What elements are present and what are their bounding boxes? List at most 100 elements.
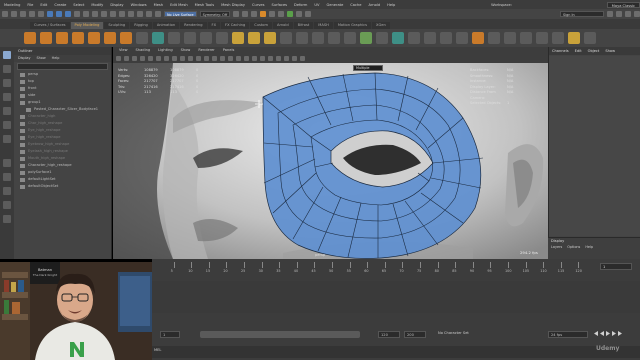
screen-space-ambient-occlusion-icon[interactable] — [244, 56, 249, 61]
depth-of-field-icon[interactable] — [268, 56, 273, 61]
render-setup-icon[interactable] — [278, 11, 285, 17]
select-hierarchy-icon[interactable] — [47, 11, 53, 17]
wireframe-icon[interactable] — [196, 56, 201, 61]
bridge-icon[interactable] — [312, 32, 324, 44]
menu-edit[interactable]: Edit — [39, 3, 48, 7]
connect-icon[interactable] — [536, 32, 548, 44]
extrude-icon[interactable] — [296, 32, 308, 44]
step-forward-icon[interactable] — [612, 331, 616, 336]
menu-mesh[interactable]: Mesh — [153, 3, 164, 7]
outliner-item[interactable]: Character_high_reshape — [14, 162, 111, 169]
boolean-difference-icon[interactable] — [248, 32, 260, 44]
isolate-select-icon[interactable] — [276, 56, 281, 61]
lasso-tool-icon[interactable] — [3, 65, 11, 73]
sign-in-button[interactable]: Sign In — [560, 11, 604, 17]
textured-icon[interactable] — [220, 56, 225, 61]
undo-icon[interactable] — [29, 11, 35, 17]
single-perspective-layout-icon[interactable] — [3, 159, 11, 167]
select-face-icon[interactable] — [92, 11, 98, 17]
select-object-icon[interactable] — [56, 11, 62, 17]
shelf-tab-rendering[interactable]: Rendering — [180, 22, 207, 29]
wedge-icon[interactable] — [488, 32, 500, 44]
outliner-item[interactable]: front — [14, 85, 111, 92]
combine-icon[interactable] — [168, 32, 180, 44]
outliner-menu-show[interactable]: Show — [37, 55, 46, 62]
quad-draw-icon[interactable] — [376, 32, 388, 44]
uv-editor-icon[interactable] — [568, 32, 580, 44]
motion-blur-icon[interactable] — [252, 56, 257, 61]
poly-plane-icon[interactable] — [104, 32, 116, 44]
graph-editor-layout-icon[interactable] — [3, 215, 11, 223]
move-tool-icon[interactable] — [3, 93, 11, 101]
wireframe-on-shaded-icon[interactable] — [212, 56, 217, 61]
symmetry-dropdown[interactable]: Symmetry: Off — [199, 11, 231, 17]
make-live-icon[interactable] — [155, 11, 161, 17]
select-tool-icon[interactable] — [3, 51, 11, 59]
outliner-item[interactable]: defaultLightSet — [14, 176, 111, 183]
menu-modify[interactable]: Modify — [90, 3, 104, 7]
menu-arnold[interactable]: Arnold — [367, 3, 381, 7]
shelf-tab-custom[interactable]: Custom — [250, 22, 273, 29]
last-tool-icon[interactable] — [3, 135, 11, 143]
range-slider[interactable] — [200, 331, 360, 338]
range-start-field[interactable]: 1 — [160, 331, 180, 338]
image-plane-icon[interactable] — [140, 56, 145, 61]
shelf-tab-fx-caching[interactable]: FX Caching — [221, 22, 250, 29]
insert-edge-loop-icon[interactable] — [392, 32, 404, 44]
poly-torus-icon[interactable] — [88, 32, 100, 44]
shelf-tab-mash[interactable]: MASH — [314, 22, 333, 29]
viewport-menu-shading[interactable]: Shading — [136, 47, 151, 54]
boolean-intersection-icon[interactable] — [264, 32, 276, 44]
separate-icon[interactable] — [184, 32, 196, 44]
menu-surfaces[interactable]: Surfaces — [270, 3, 288, 7]
poke-icon[interactable] — [472, 32, 484, 44]
select-vertex-icon[interactable] — [74, 11, 80, 17]
tool-settings-icon[interactable] — [625, 11, 631, 17]
go-to-end-icon[interactable] — [618, 331, 622, 336]
select-component-icon[interactable] — [65, 11, 71, 17]
menu-windows[interactable]: Windows — [130, 3, 148, 7]
menu-display[interactable]: Display — [109, 3, 124, 7]
channel-box-tab-edit[interactable]: Edit — [575, 47, 582, 55]
poly-sphere-icon[interactable] — [24, 32, 36, 44]
poly-cone-icon[interactable] — [72, 32, 84, 44]
offset-edge-loop-icon[interactable] — [408, 32, 420, 44]
multi-cut-icon[interactable] — [344, 32, 356, 44]
menu-generate[interactable]: Generate — [326, 3, 345, 7]
outliner-item[interactable]: Eyelash_high_reshape — [14, 148, 111, 155]
menu-help[interactable]: Help — [386, 3, 396, 7]
light-editor-icon[interactable] — [287, 11, 294, 17]
poly-disc-icon[interactable] — [120, 32, 132, 44]
field-chart-icon[interactable] — [180, 56, 185, 61]
xray-active-components-icon[interactable] — [292, 56, 297, 61]
outliner-item[interactable]: polySurface1 — [14, 169, 111, 176]
safe-action-icon[interactable] — [188, 56, 193, 61]
modeling-toolkit-icon[interactable] — [607, 11, 613, 17]
workspace-dropdown[interactable]: Maya Classic — [606, 1, 640, 8]
outliner-item[interactable]: persp — [14, 71, 111, 78]
playback-fps-dropdown[interactable]: 24 fps — [548, 331, 588, 338]
shelf-tab-bifrost[interactable]: Bifrost — [293, 22, 314, 29]
fill-hole-icon[interactable] — [440, 32, 452, 44]
outliner-menu-display[interactable]: Display — [18, 55, 31, 62]
attribute-editor-icon[interactable] — [616, 11, 622, 17]
viewport-menu-view[interactable]: View — [119, 47, 128, 54]
save-scene-icon[interactable] — [20, 11, 26, 17]
menu-mesh-tools[interactable]: Mesh Tools — [194, 3, 215, 7]
step-back-icon[interactable] — [594, 331, 598, 336]
planar-map-icon[interactable] — [584, 32, 596, 44]
smooth-icon[interactable] — [216, 32, 228, 44]
viewport-menu-panels[interactable]: Panels — [223, 47, 235, 54]
shelf-tab-curves[interactable]: Curves / Surfaces — [30, 22, 70, 29]
bevel-icon[interactable] — [328, 32, 340, 44]
platonic-solid-icon[interactable] — [136, 32, 148, 44]
character-set-dropdown[interactable]: No Character Set — [438, 331, 469, 335]
snap-grid-icon[interactable] — [119, 11, 125, 17]
play-backward-icon[interactable] — [600, 331, 604, 336]
snap-point-icon[interactable] — [137, 11, 143, 17]
poly-cube-icon[interactable] — [40, 32, 52, 44]
layer-menu-help[interactable]: Help — [585, 245, 593, 249]
menu-deform[interactable]: Deform — [293, 3, 308, 7]
ipr-render-icon[interactable] — [251, 11, 258, 17]
outliner-item[interactable]: side — [14, 92, 111, 99]
